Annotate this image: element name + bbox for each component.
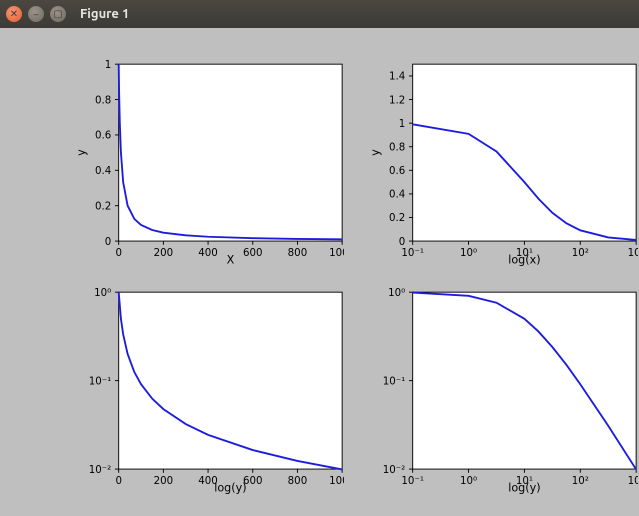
svg-text:800: 800 <box>287 475 307 487</box>
svg-text:0.4: 0.4 <box>388 189 404 201</box>
svg-text:10²: 10² <box>571 247 588 259</box>
figure-content: 0 200 400 600 800 1000 0 0.2 0.4 0.6 0.8 <box>0 28 639 516</box>
svg-text:0.2: 0.2 <box>94 200 110 212</box>
svg-text:10³: 10³ <box>627 475 637 487</box>
svg-text:0: 0 <box>115 247 122 259</box>
close-icon[interactable]: ✕ <box>6 6 22 22</box>
maximize-icon[interactable]: ▢ <box>50 6 66 22</box>
svg-text:0.8: 0.8 <box>388 141 404 153</box>
svg-text:0: 0 <box>104 236 111 248</box>
svg-text:10⁰: 10⁰ <box>94 287 111 299</box>
svg-text:1000: 1000 <box>329 247 344 259</box>
x-axis-label: log(x) <box>508 253 540 266</box>
y-axis-ticks: 10⁻² 10⁻¹ 10⁰ <box>88 287 118 476</box>
y-axis-ticks: 0 0.2 0.4 0.6 0.8 1 <box>94 59 118 248</box>
svg-text:10³: 10³ <box>627 247 637 259</box>
y-axis-label: y <box>75 149 88 156</box>
svg-text:1: 1 <box>398 118 405 130</box>
subplot-top-left: 0 200 400 600 800 1000 0 0.2 0.4 0.6 0.8 <box>74 54 314 244</box>
svg-text:10⁻²: 10⁻² <box>382 464 405 476</box>
plot-area <box>118 64 341 241</box>
svg-text:10⁰: 10⁰ <box>459 247 476 259</box>
svg-text:0: 0 <box>115 475 122 487</box>
svg-text:10²: 10² <box>571 475 588 487</box>
svg-text:1.4: 1.4 <box>388 71 404 83</box>
x-axis-label: log(y) <box>508 481 540 494</box>
y-axis-ticks: 0 0.2 0.4 0.6 0.8 1 1.2 1.4 <box>388 71 412 248</box>
svg-text:10⁻¹: 10⁻¹ <box>88 375 111 387</box>
svg-text:0.4: 0.4 <box>94 165 110 177</box>
svg-text:0.6: 0.6 <box>94 130 110 142</box>
svg-text:1.2: 1.2 <box>388 94 404 106</box>
subplot-bottom-left: 0 200 400 600 800 1000 10⁻² 10⁻¹ 10⁰ log… <box>74 282 314 472</box>
x-axis-label: X <box>226 253 234 266</box>
figure-canvas: 0 200 400 600 800 1000 0 0.2 0.4 0.6 0.8 <box>20 42 620 502</box>
svg-text:10⁻¹: 10⁻¹ <box>382 375 405 387</box>
y-axis-ticks: 10⁻² 10⁻¹ 10⁰ <box>382 287 412 476</box>
svg-text:10⁻¹: 10⁻¹ <box>401 475 424 487</box>
svg-text:0.2: 0.2 <box>388 212 404 224</box>
svg-text:600: 600 <box>242 247 262 259</box>
svg-text:400: 400 <box>198 247 218 259</box>
minimize-icon[interactable]: – <box>28 6 44 22</box>
svg-text:10⁻¹: 10⁻¹ <box>401 247 424 259</box>
svg-text:0.8: 0.8 <box>94 94 110 106</box>
window-title: Figure 1 <box>80 7 129 21</box>
svg-text:10⁻²: 10⁻² <box>88 464 111 476</box>
svg-text:200: 200 <box>153 247 173 259</box>
svg-text:10⁰: 10⁰ <box>388 287 405 299</box>
x-axis-label: log(y) <box>214 481 246 494</box>
plot-area <box>412 64 635 241</box>
svg-text:1000: 1000 <box>329 475 344 487</box>
titlebar: ✕ – ▢ Figure 1 <box>0 0 639 28</box>
subplot-bottom-right: 10⁻¹ 10⁰ 10¹ 10² 10³ 10⁻² 10⁻¹ 10⁰ log(y… <box>368 282 608 472</box>
app-window: ✕ – ▢ Figure 1 0 200 400 600 800 1000 <box>0 0 639 516</box>
svg-text:10⁰: 10⁰ <box>459 475 476 487</box>
svg-text:0: 0 <box>398 236 405 248</box>
subplot-top-right: 10⁻¹ 10⁰ 10¹ 10² 10³ 0 0.2 0.4 0.6 0.8 1… <box>368 54 608 244</box>
svg-text:800: 800 <box>287 247 307 259</box>
y-axis-label: y <box>369 149 382 156</box>
window-controls: ✕ – ▢ <box>6 6 66 22</box>
svg-text:0.6: 0.6 <box>388 165 404 177</box>
svg-text:200: 200 <box>153 475 173 487</box>
svg-text:1: 1 <box>104 59 111 71</box>
